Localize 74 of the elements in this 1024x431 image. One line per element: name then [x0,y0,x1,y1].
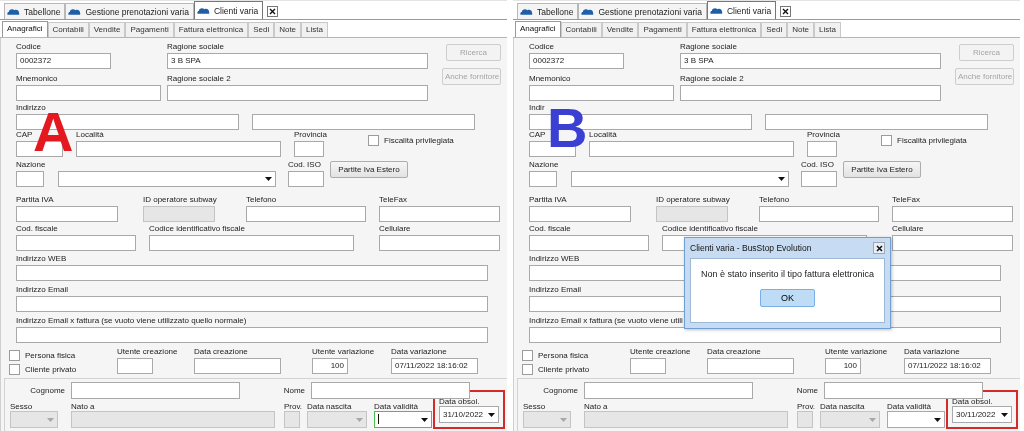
field-label: Partita IVA [16,194,54,206]
field-label: Data variazione [904,346,960,358]
field-label: ID operatore subway [656,194,730,206]
field-label: Indirizzo Email x fattura (se vuoto viene utilizzato quello normale) [16,315,247,327]
field-label: CAP [16,129,33,141]
field-label: Mnemonico [529,73,571,85]
field-label: Ragione sociale [680,41,737,53]
field-label: Indirizzo Email [529,284,581,296]
field-label: Utente variazione [312,346,375,358]
field-label: Prov. [284,402,303,411]
field-label: Partita IVA [529,194,567,206]
field-label: Nato a [584,402,608,411]
field-label: Telefono [246,194,277,206]
field-label: Cod. ISO [288,159,321,171]
field-label: Indirizzo [16,102,46,113]
field-label: Data creazione [194,346,248,358]
field-label: Data creazione [707,346,761,358]
field-label: Data nascita [820,402,865,411]
dialog-message: Non è stato inserito il tipo fattura elettronica [700,269,875,279]
field-label: Nazione [529,159,559,171]
field-label: Utente creazione [117,346,178,358]
field-label: Codice [16,41,41,53]
field-label: Data validità [887,402,932,411]
checkbox-label: Persona fisica [538,350,589,360]
field-label: Cellulare [379,223,411,235]
checkbox-label: Cliente privato [538,364,590,374]
field-label: Cod. fiscale [529,223,571,235]
checkbox-label: Fiscalità privilegiata [897,135,967,145]
field-label: Cod. fiscale [16,223,58,235]
checkbox-label: Fiscalità privilegiata [384,135,454,145]
field-label: Indirizzo WEB [529,253,580,265]
annotation-letter: B [547,108,588,148]
field-label: Codice [529,41,554,53]
field-label: Ragione sociale 2 [680,73,744,85]
checkbox-label: Persona fisica [25,350,76,360]
dialog-title: Clienti varia - BusStop Evolution [690,243,812,253]
field-label: TeleFax [892,194,920,206]
field-label: Indirizzo WEB [16,253,67,265]
field-label: Data obsol. [439,397,480,406]
field-label: Nato a [71,402,95,411]
field-label: Sesso [10,402,33,411]
field-label: Data nascita [307,402,352,411]
field-label: Codice identificativo fiscale [662,223,759,235]
field-label: Cognome [29,386,65,395]
annotation-letter: A [33,112,74,152]
field-label: Indir [529,102,545,114]
field-label: Data validità [374,402,419,411]
checkbox-label: Cliente privato [25,364,77,374]
field-label: Indirizzo Email x fattura (se vuoto viene utili [529,315,683,327]
field-label: Nome [795,386,818,395]
field-label: Codice identificativo fiscale [149,223,246,235]
field-label: Data obsol. [952,397,993,406]
field-label: Ragione sociale 2 [167,73,231,85]
field-label: Località [589,129,617,141]
field-label: Cellulare [892,223,924,235]
field-label: Ragione sociale [167,41,224,53]
field-label: CAP [529,129,546,141]
field-label: Cod. ISO [801,159,834,171]
field-label: Prov. [797,402,816,411]
field-label: Sesso [523,402,546,411]
field-label: Indirizzo Email [16,284,68,296]
field-label: TeleFax [379,194,407,206]
field-label: Utente creazione [630,346,691,358]
field-label: Data variazione [391,346,447,358]
field-label: Località [76,129,104,141]
field-label: ID operatore subway [143,194,217,206]
field-label: Mnemonico [16,73,58,85]
field-label: Nazione [16,159,46,171]
field-label: Provincia [294,129,327,141]
field-label: Telefono [759,194,790,206]
field-label: Cognome [542,386,578,395]
field-label: Nome [282,386,305,395]
field-label: Provincia [807,129,840,141]
field-label: Utente variazione [825,346,888,358]
